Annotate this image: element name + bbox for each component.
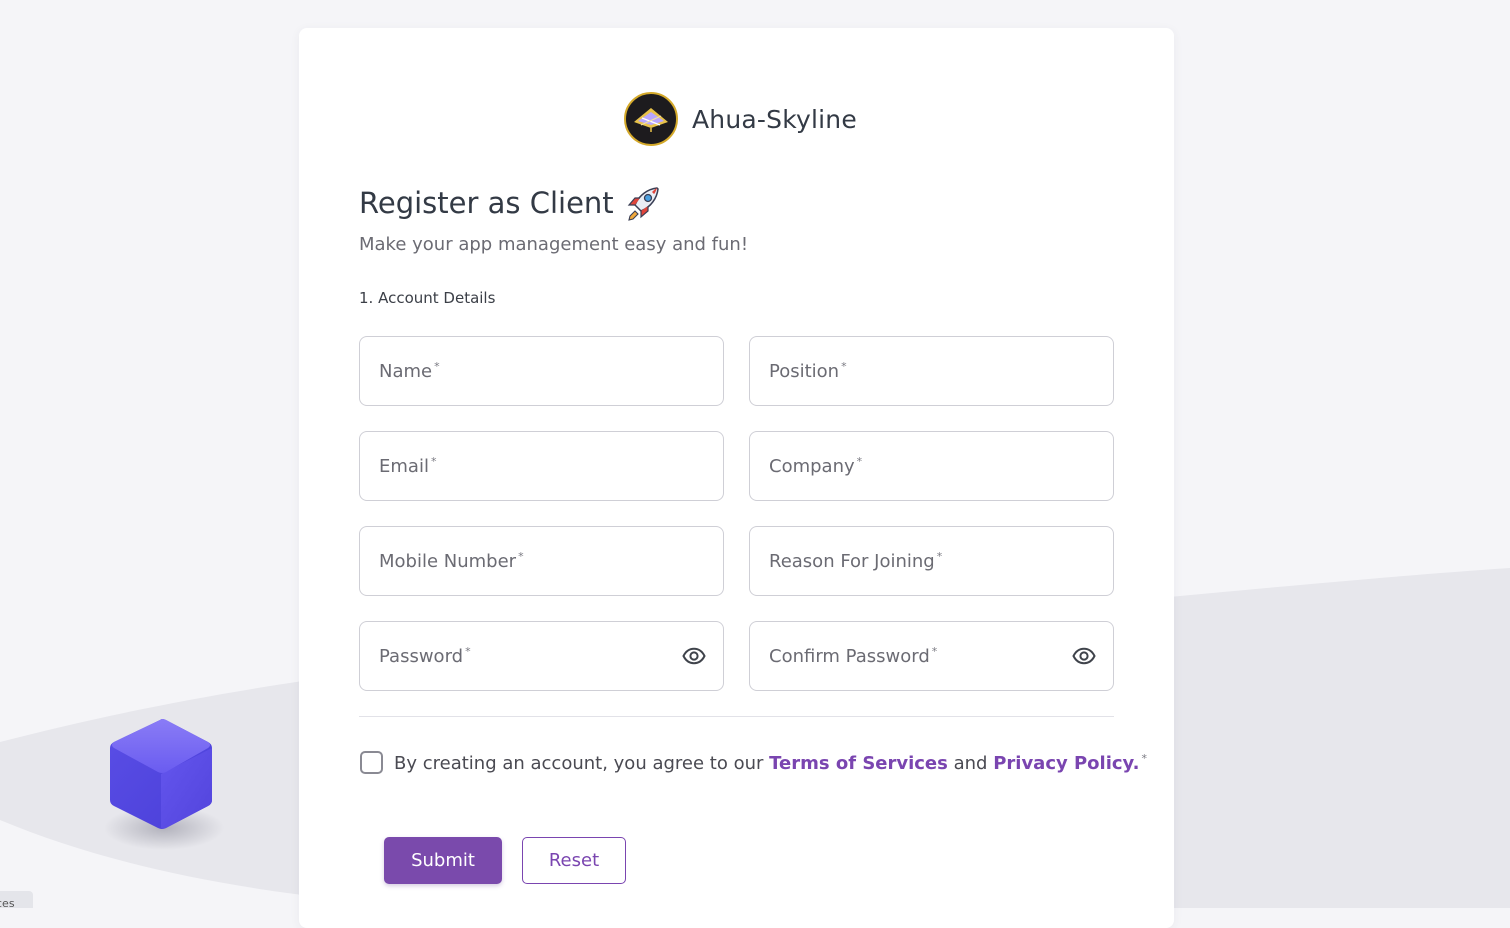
required-marker: * (936, 550, 943, 563)
register-card: Ahua-Skyline Register as Client Make you… (299, 28, 1174, 928)
company-field-label: Company * (769, 455, 863, 477)
required-marker: * (430, 455, 437, 468)
reason-for-joining-field-label: Reason For Joining * (769, 550, 943, 572)
page-subtitle: Make your app management easy and fun! (359, 234, 749, 255)
eye-icon[interactable] (681, 643, 707, 669)
password-field-label: Password * (379, 645, 471, 667)
company-field[interactable]: Company * (749, 431, 1114, 501)
required-marker: * (856, 455, 863, 468)
required-marker: * (518, 550, 524, 563)
position-field[interactable]: Position * (749, 336, 1114, 406)
section-label: 1. Account Details (359, 289, 496, 307)
submit-button[interactable]: Submit (384, 837, 502, 884)
page-title: Register as Client (359, 186, 614, 220)
required-marker: * (1141, 751, 1147, 765)
required-marker: * (931, 645, 938, 658)
terms-of-services-link[interactable]: Terms of Services (769, 753, 948, 774)
name-field-label: Name * (379, 360, 440, 382)
password-field[interactable]: Password * (359, 621, 724, 691)
ahua-skyline-logo-icon (624, 92, 678, 146)
brand: Ahua-Skyline (624, 92, 857, 146)
email-field[interactable]: Email * (359, 431, 724, 501)
terms-text: By creating an account, you agree to our… (394, 752, 1147, 774)
confirm-password-field[interactable]: Confirm Password * (749, 621, 1114, 691)
terms-joiner: and (953, 752, 988, 774)
reset-button[interactable]: Reset (522, 837, 626, 884)
eye-icon[interactable] (1071, 643, 1097, 669)
privacy-policy-link[interactable]: Privacy Policy. (993, 753, 1139, 774)
position-field-label: Position * (769, 360, 847, 382)
cube-illustration (92, 708, 232, 858)
mobile-number-field-label: Mobile Number * (379, 550, 524, 572)
terms-row: By creating an account, you agree to our… (360, 751, 1147, 774)
title-row: Register as Client (359, 184, 662, 222)
brand-name: Ahua-Skyline (692, 104, 857, 134)
required-marker: * (841, 360, 847, 373)
terms-prefix: By creating an account, you agree to our (394, 752, 764, 774)
rocket-icon (627, 187, 659, 221)
email-field-label: Email * (379, 455, 437, 477)
required-marker: * (434, 360, 440, 373)
reason-for-joining-field[interactable]: Reason For Joining * (749, 526, 1114, 596)
corner-chip: ces (0, 891, 33, 908)
terms-checkbox[interactable] (360, 751, 383, 774)
confirm-password-field-label: Confirm Password * (769, 645, 938, 667)
name-field[interactable]: Name * (359, 336, 724, 406)
required-marker: * (465, 645, 471, 658)
form-divider (359, 716, 1114, 717)
mobile-number-field[interactable]: Mobile Number * (359, 526, 724, 596)
